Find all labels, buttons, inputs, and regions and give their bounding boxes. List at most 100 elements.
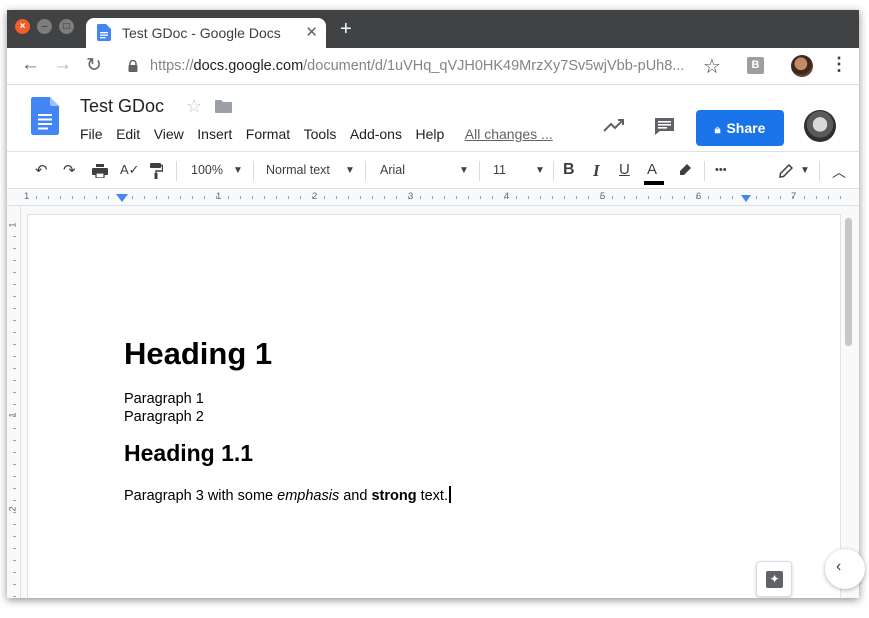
- ruler-tick: [612, 196, 613, 199]
- extension-b-icon[interactable]: B: [747, 57, 764, 74]
- ruler-tick: [420, 196, 421, 199]
- menu-format[interactable]: Format: [246, 126, 290, 142]
- editing-mode-pencil-icon[interactable]: [779, 164, 793, 178]
- window-close-icon[interactable]: ×: [15, 19, 30, 34]
- menu-edit[interactable]: Edit: [116, 126, 140, 142]
- activity-dashboard-icon[interactable]: [603, 118, 625, 132]
- document-paragraph[interactable]: Paragraph 2: [124, 409, 204, 425]
- editing-mode-chevron-down-icon[interactable]: ▼: [800, 165, 810, 176]
- undo-icon[interactable]: ↶: [35, 161, 48, 179]
- side-panel-toggle[interactable]: ‹: [825, 549, 865, 589]
- more-options-icon[interactable]: •••: [715, 164, 727, 176]
- window-minimize-icon[interactable]: –: [37, 19, 52, 34]
- zoom-select[interactable]: 100%: [191, 163, 223, 177]
- right-indent-marker[interactable]: [741, 195, 751, 202]
- ruler-tick: [552, 196, 553, 199]
- google-docs-logo-icon[interactable]: [31, 97, 59, 135]
- ruler-tick: [252, 196, 253, 199]
- share-button[interactable]: 🔒︎ Share: [696, 110, 784, 146]
- ruler-tick: [228, 196, 229, 199]
- ruler-tick: [768, 196, 769, 199]
- underline-button[interactable]: U: [619, 161, 630, 178]
- font-select[interactable]: Arial: [380, 163, 405, 177]
- ruler-number: 1: [24, 191, 30, 202]
- vruler-tick: [13, 476, 16, 477]
- menu-bar: File Edit View Insert Format Tools Add-ons Help…: [80, 126, 566, 142]
- explore-button[interactable]: ✦: [756, 561, 792, 597]
- document-title[interactable]: Test GDoc: [80, 96, 164, 117]
- redo-icon[interactable]: ↷: [63, 161, 76, 179]
- ruler-tick: [720, 196, 721, 199]
- document-paragraph[interactable]: Paragraph 3 with some emphasis and stron…: [124, 486, 451, 504]
- ruler-tick: [756, 196, 757, 199]
- ruler-tick: [384, 196, 385, 199]
- ruler-tick: [300, 196, 301, 199]
- ruler-tick: [840, 196, 841, 199]
- bookmark-star-icon[interactable]: ☆: [703, 54, 721, 79]
- document-paragraph[interactable]: Paragraph 1: [124, 391, 204, 407]
- document-heading-2[interactable]: Heading 1.1: [124, 440, 253, 467]
- vruler-tick: [13, 500, 16, 501]
- font-chevron-down-icon[interactable]: ▼: [459, 165, 469, 176]
- ruler-tick: [504, 196, 505, 199]
- browser-menu-icon[interactable]: ⋮: [830, 54, 848, 75]
- left-indent-marker[interactable]: [116, 194, 128, 202]
- browser-tab[interactable]: Test GDoc - Google Docs ✕: [86, 18, 326, 48]
- vruler-tick: [13, 428, 16, 429]
- collapse-menu-chevron-up-icon[interactable]: ︿: [832, 162, 846, 182]
- ruler-tick: [408, 196, 409, 199]
- ruler-tick: [96, 196, 97, 199]
- tab-close-icon[interactable]: ✕: [305, 23, 318, 41]
- vruler-tick: [13, 356, 16, 357]
- url-input[interactable]: https://docs.google.com/document/d/1uVHq…: [150, 58, 684, 74]
- text-run: text.: [416, 488, 448, 504]
- comment-icon[interactable]: [654, 117, 676, 135]
- font-size-chevron-down-icon[interactable]: ▼: [535, 165, 545, 176]
- ruler-tick: [180, 196, 181, 199]
- spellcheck-icon[interactable]: A✓: [120, 162, 140, 178]
- menu-insert[interactable]: Insert: [197, 126, 232, 142]
- move-to-folder-icon[interactable]: [215, 100, 232, 113]
- ruler-tick: [288, 196, 289, 199]
- reload-icon[interactable]: ↻: [86, 54, 102, 77]
- window-maximize-icon[interactable]: □: [59, 19, 74, 34]
- menu-help[interactable]: Help: [415, 126, 444, 142]
- star-document-icon[interactable]: ☆: [186, 96, 202, 117]
- menu-tools[interactable]: Tools: [304, 126, 337, 142]
- text-color-button[interactable]: A: [647, 161, 657, 178]
- browser-profile-avatar[interactable]: [791, 55, 813, 77]
- ruler-tick: [516, 196, 517, 199]
- browser-window: × – □ Test GDoc - Google Docs ✕ + ← → ↻ …: [7, 10, 859, 598]
- style-select[interactable]: Normal text: [266, 163, 330, 177]
- back-arrow-icon[interactable]: ←: [21, 54, 40, 76]
- menu-view[interactable]: View: [154, 126, 184, 142]
- menu-file[interactable]: File: [80, 126, 103, 142]
- emphasis-text: emphasis: [277, 488, 340, 504]
- forward-arrow-icon[interactable]: →: [53, 54, 72, 76]
- vruler-tick: [13, 452, 16, 453]
- vruler-tick: [13, 296, 16, 297]
- document-heading-1[interactable]: Heading 1: [124, 336, 272, 372]
- vruler-tick: [13, 236, 16, 237]
- highlight-color-icon[interactable]: [678, 163, 692, 177]
- zoom-chevron-down-icon[interactable]: ▼: [233, 165, 243, 176]
- save-status-link[interactable]: All changes ...: [465, 126, 553, 142]
- style-chevron-down-icon[interactable]: ▼: [345, 165, 355, 176]
- print-icon[interactable]: [92, 164, 108, 178]
- vertical-scrollbar[interactable]: [845, 218, 852, 346]
- new-tab-button[interactable]: +: [340, 18, 352, 41]
- ruler-tick: [444, 196, 445, 199]
- bold-button[interactable]: B: [563, 161, 575, 179]
- ruler-tick: [192, 196, 193, 199]
- font-size-select[interactable]: 11: [493, 163, 506, 177]
- vruler-tick: [13, 284, 16, 285]
- ruler-tick: [312, 196, 313, 199]
- ruler-tick: [216, 196, 217, 199]
- ruler-tick: [468, 196, 469, 199]
- account-avatar[interactable]: [804, 110, 836, 142]
- vruler-tick: [13, 248, 16, 249]
- paint-format-icon[interactable]: [149, 163, 163, 179]
- italic-button[interactable]: I: [593, 161, 600, 181]
- menu-add-ons[interactable]: Add-ons: [350, 126, 402, 142]
- ruler-tick: [480, 196, 481, 199]
